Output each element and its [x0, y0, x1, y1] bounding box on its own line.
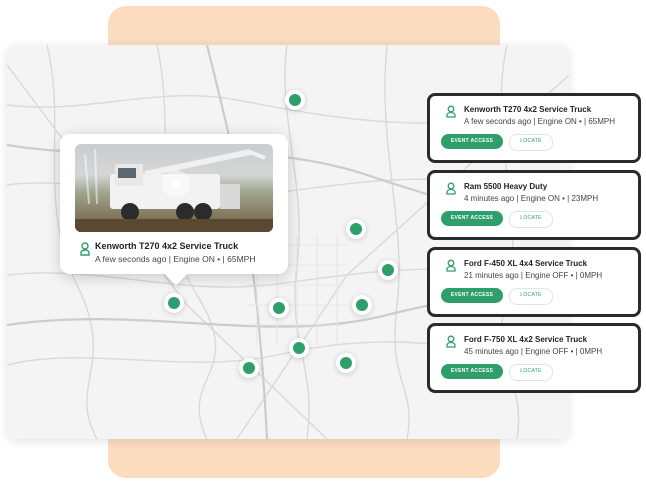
vehicle-status: A few seconds ago | Engine ON • | 65MPH [95, 254, 256, 264]
vehicle-card[interactable]: Kenworth T270 4x2 Service Truck A few se… [427, 93, 641, 163]
event-access-button[interactable]: EVENT ACCESS [441, 134, 503, 149]
vehicle-card[interactable]: Ram 5500 Heavy Duty 4 minutes ago | Engi… [427, 170, 641, 240]
vehicle-status: 45 minutes ago | Engine OFF • | 0MPH [464, 347, 603, 356]
locate-button[interactable]: LOCATE [509, 364, 553, 381]
vehicle-status: A few seconds ago | Engine ON • | 65MPH [464, 117, 616, 126]
map-pin-dot[interactable] [289, 94, 301, 106]
vehicle-status: 4 minutes ago | Engine ON • | 23MPH [464, 194, 599, 203]
vehicle-video-thumbnail[interactable] [75, 144, 273, 232]
locate-button[interactable]: LOCATE [509, 134, 553, 151]
map-pin-dot[interactable] [243, 362, 255, 374]
map-pin-dot[interactable] [350, 223, 362, 235]
vehicle-title: Kenworth T270 4x2 Service Truck [95, 241, 239, 251]
vehicle-title: Ford F-750 XL 4x2 Service Truck [464, 335, 588, 344]
user-icon [446, 335, 456, 348]
vehicle-card[interactable]: Ford F-450 XL 4x4 Service Truck 21 minut… [427, 247, 641, 317]
vehicle-title: Ram 5500 Heavy Duty [464, 182, 548, 191]
map-pin-dot[interactable] [340, 357, 352, 369]
user-icon [446, 182, 456, 195]
user-icon [446, 259, 456, 272]
vehicle-title: Ford F-450 XL 4x4 Service Truck [464, 259, 588, 268]
vehicle-status: 21 minutes ago | Engine OFF • | 0MPH [464, 271, 603, 280]
event-access-button[interactable]: EVENT ACCESS [441, 288, 503, 303]
vehicle-title: Kenworth T270 4x2 Service Truck [464, 105, 592, 114]
user-icon [446, 105, 456, 118]
map-pin-dot[interactable] [356, 299, 368, 311]
locate-button[interactable]: LOCATE [509, 288, 553, 305]
map-pin-dot[interactable] [168, 297, 180, 309]
vehicle-popup: Kenworth T270 4x2 Service Truck A few se… [60, 134, 288, 274]
locate-button[interactable]: LOCATE [509, 211, 553, 228]
vehicle-card[interactable]: Ford F-750 XL 4x2 Service Truck 45 minut… [427, 323, 641, 393]
event-access-button[interactable]: EVENT ACCESS [441, 211, 503, 226]
user-icon [80, 242, 90, 256]
event-access-button[interactable]: EVENT ACCESS [441, 364, 503, 379]
map-pin-dot[interactable] [293, 342, 305, 354]
map-pin-dot[interactable] [382, 264, 394, 276]
map-pin-dot[interactable] [273, 302, 285, 314]
play-icon[interactable] [162, 170, 190, 198]
